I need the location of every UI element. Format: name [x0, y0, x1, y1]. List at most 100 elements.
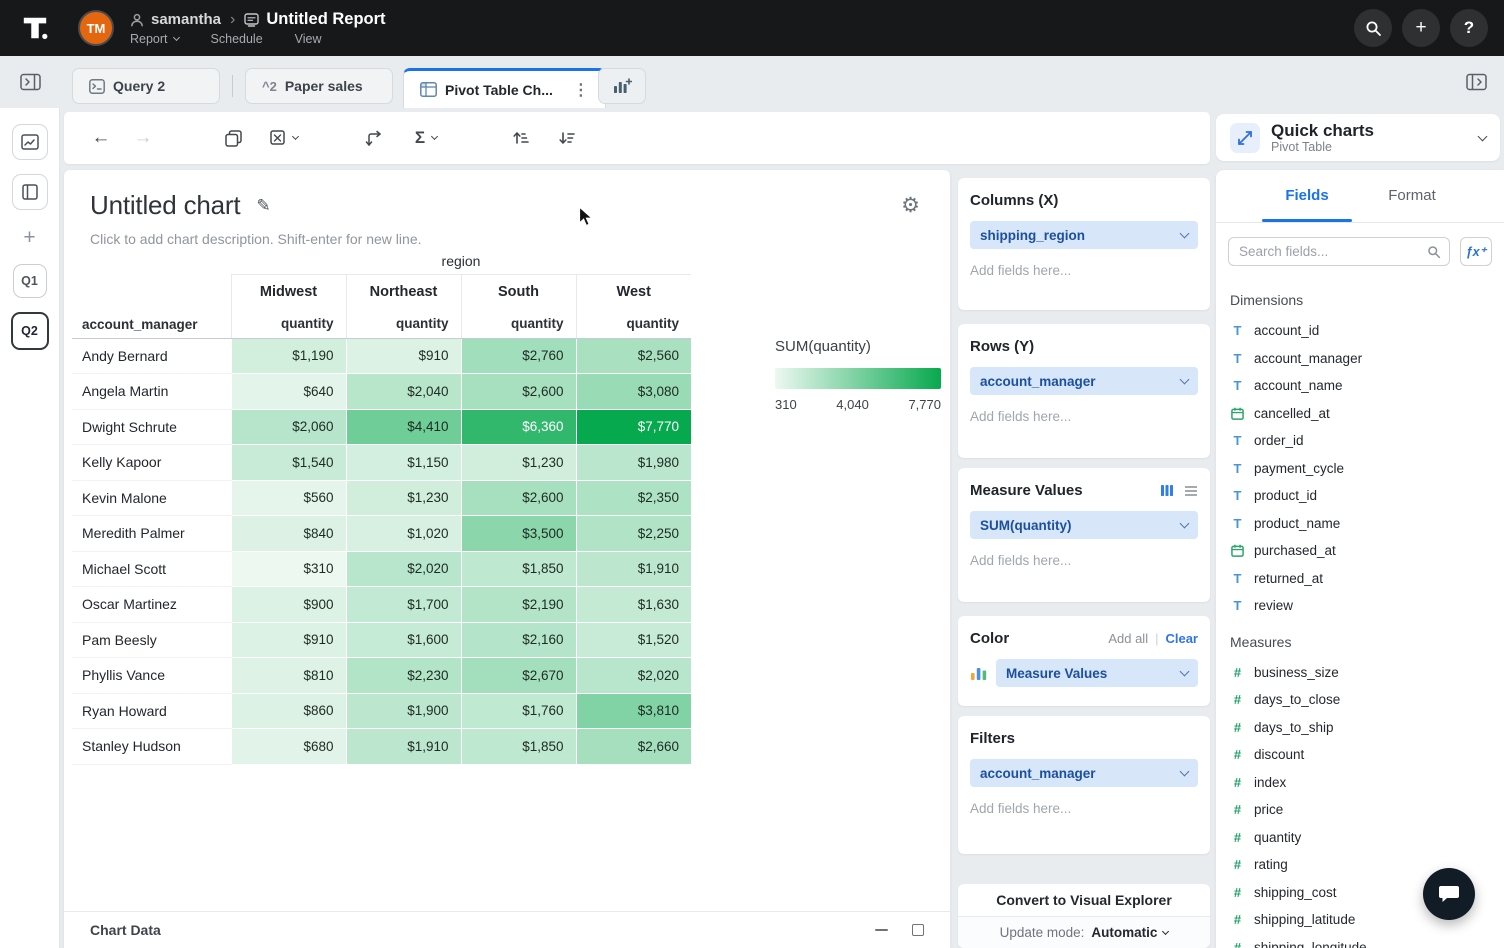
- pivot-cell[interactable]: $2,670: [461, 658, 576, 694]
- pivot-cell[interactable]: $1,850: [461, 729, 576, 765]
- add-chart-tab-button[interactable]: [598, 68, 646, 104]
- menu-schedule[interactable]: Schedule: [211, 32, 263, 46]
- pivot-cell[interactable]: $6,360: [461, 409, 576, 445]
- tab-format[interactable]: Format: [1382, 187, 1442, 204]
- pivot-cell[interactable]: $640: [231, 374, 346, 410]
- pivot-cell[interactable]: $1,230: [346, 480, 461, 516]
- quick-charts-header[interactable]: Quick charts Pivot Table: [1216, 114, 1500, 161]
- pivot-cell[interactable]: $2,040: [346, 374, 461, 410]
- pivot-cell[interactable]: $1,910: [346, 729, 461, 765]
- pivot-cell[interactable]: $860: [231, 693, 346, 729]
- pivot-cell[interactable]: $2,060: [231, 409, 346, 445]
- tab-query-2[interactable]: Query 2: [72, 68, 220, 104]
- field-account_id[interactable]: Taccount_id: [1216, 317, 1504, 345]
- columns-layout-button[interactable]: [1160, 484, 1174, 497]
- pivot-cell[interactable]: $2,600: [461, 374, 576, 410]
- menu-view[interactable]: View: [295, 32, 322, 46]
- row-label[interactable]: Oscar Martinez: [72, 587, 231, 623]
- chart-data-label[interactable]: Chart Data: [90, 922, 161, 938]
- account-manager-pill[interactable]: account_manager: [970, 367, 1198, 395]
- pivot-cell[interactable]: $7,770: [576, 409, 691, 445]
- field-discount[interactable]: #discount: [1216, 741, 1504, 769]
- column-header-south[interactable]: South: [461, 274, 576, 310]
- pivot-cell[interactable]: $810: [231, 658, 346, 694]
- add-formula-button[interactable]: ƒx⁺: [1460, 237, 1492, 266]
- row-label[interactable]: Angela Martin: [72, 374, 231, 410]
- row-label[interactable]: Kelly Kapoor: [72, 445, 231, 481]
- field-returned_at[interactable]: Treturned_at: [1216, 565, 1504, 593]
- tab-pivot-table-ch[interactable]: Pivot Table Ch...⋮: [403, 68, 606, 108]
- clear-chart-button[interactable]: [260, 121, 308, 155]
- pivot-cell[interactable]: $3,810: [576, 693, 691, 729]
- tab-paper-sales[interactable]: ^2Paper sales: [245, 68, 393, 104]
- pivot-cell[interactable]: $1,850: [461, 551, 576, 587]
- help-button[interactable]: ?: [1450, 9, 1488, 47]
- field-payment_cycle[interactable]: Tpayment_cycle: [1216, 455, 1504, 483]
- field-days_to_ship[interactable]: #days_to_ship: [1216, 714, 1504, 742]
- row-label[interactable]: Phyllis Vance: [72, 658, 231, 694]
- chart-description[interactable]: Click to add chart description. Shift-en…: [64, 221, 950, 247]
- pivot-cell[interactable]: $840: [231, 516, 346, 552]
- pivot-cell[interactable]: $900: [231, 587, 346, 623]
- pivot-cell[interactable]: $560: [231, 480, 346, 516]
- aggregate-button[interactable]: Σ: [400, 121, 452, 155]
- field-days_to_close[interactable]: #days_to_close: [1216, 686, 1504, 714]
- sort-descending-button[interactable]: [550, 121, 584, 155]
- row-label[interactable]: Kevin Malone: [72, 480, 231, 516]
- page-q2-button[interactable]: Q2: [11, 312, 49, 350]
- add-page-button[interactable]: +: [23, 224, 35, 250]
- avatar[interactable]: TM: [78, 10, 114, 46]
- report-title[interactable]: Untitled Report: [266, 10, 385, 29]
- sum-quantity-pill[interactable]: SUM(quantity): [970, 511, 1198, 539]
- field-price[interactable]: #price: [1216, 796, 1504, 824]
- pivot-cell[interactable]: $310: [231, 551, 346, 587]
- field-cancelled_at[interactable]: cancelled_at: [1216, 400, 1504, 428]
- field-account_manager[interactable]: Taccount_manager: [1216, 345, 1504, 373]
- field-quantity[interactable]: #quantity: [1216, 824, 1504, 852]
- row-label[interactable]: Ryan Howard: [72, 693, 231, 729]
- field-account_name[interactable]: Taccount_name: [1216, 372, 1504, 400]
- pivot-cell[interactable]: $3,080: [576, 374, 691, 410]
- clear-link[interactable]: Clear: [1165, 631, 1198, 646]
- field-review[interactable]: Treview: [1216, 592, 1504, 620]
- pivot-cell[interactable]: $1,540: [231, 445, 346, 481]
- field-business_size[interactable]: #business_size: [1216, 659, 1504, 687]
- rows-dropzone[interactable]: Add fields here...: [970, 409, 1198, 424]
- pivot-cell[interactable]: $1,230: [461, 445, 576, 481]
- shipping-region-pill[interactable]: shipping_region: [970, 221, 1198, 249]
- username[interactable]: samantha: [151, 11, 221, 28]
- pivot-cell[interactable]: $1,700: [346, 587, 461, 623]
- sort-ascending-button[interactable]: [504, 121, 538, 155]
- pivot-cell[interactable]: $1,900: [346, 693, 461, 729]
- mode-logo[interactable]: [18, 11, 52, 45]
- filters-dropzone[interactable]: Add fields here...: [970, 801, 1198, 816]
- pivot-cell[interactable]: $3,500: [461, 516, 576, 552]
- pivot-cell[interactable]: $4,410: [346, 409, 461, 445]
- pivot-cell[interactable]: $2,760: [461, 338, 576, 374]
- pivot-cell[interactable]: $2,020: [576, 658, 691, 694]
- menu-report[interactable]: Report: [130, 32, 179, 46]
- transpose-button[interactable]: [356, 121, 390, 155]
- collapse-left-panel-button[interactable]: [15, 67, 45, 97]
- pivot-cell[interactable]: $1,760: [461, 693, 576, 729]
- edit-title-icon[interactable]: ✎: [256, 196, 270, 216]
- field-index[interactable]: #index: [1216, 769, 1504, 797]
- column-header-northeast[interactable]: Northeast: [346, 274, 461, 310]
- redo-button[interactable]: →: [126, 121, 160, 155]
- pivot-cell[interactable]: $2,600: [461, 480, 576, 516]
- field-product_name[interactable]: Tproduct_name: [1216, 510, 1504, 538]
- expand-chart-data-button[interactable]: [912, 924, 924, 936]
- collapse-chart-data-button[interactable]: [875, 929, 888, 932]
- column-header-west[interactable]: West: [576, 274, 691, 310]
- field-purchased_at[interactable]: purchased_at: [1216, 537, 1504, 565]
- pivot-cell[interactable]: $2,660: [576, 729, 691, 765]
- duplicate-chart-button[interactable]: [216, 121, 250, 155]
- row-label[interactable]: Meredith Palmer: [72, 516, 231, 552]
- add-all-link[interactable]: Add all: [1108, 631, 1148, 646]
- expand-right-panel-button[interactable]: [1461, 67, 1491, 97]
- search-button[interactable]: [1354, 9, 1392, 47]
- measure-values-dropzone[interactable]: Add fields here...: [970, 553, 1198, 568]
- pivot-cell[interactable]: $2,230: [346, 658, 461, 694]
- chat-support-button[interactable]: [1423, 868, 1475, 920]
- pivot-cell[interactable]: $2,020: [346, 551, 461, 587]
